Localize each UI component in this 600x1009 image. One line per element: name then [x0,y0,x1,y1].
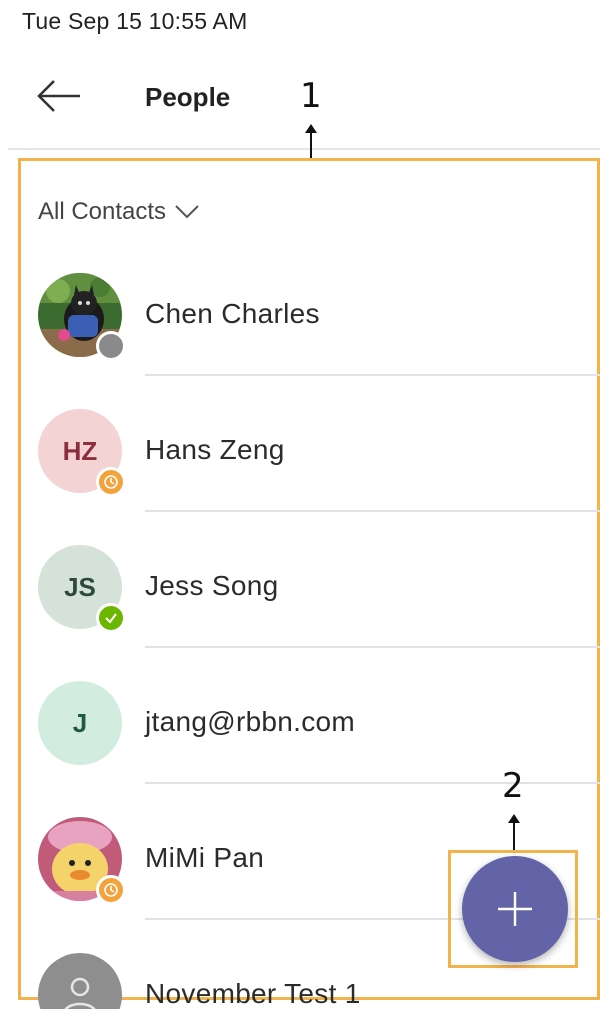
callout-label-1: 1 [300,76,322,116]
avatar [38,953,122,1009]
person-icon [64,977,96,1009]
contact-name: jtang@rbbn.com [145,706,356,737]
presence-offline-icon [96,331,126,361]
callout-arrow-1 [305,124,317,158]
avatar [38,273,126,361]
chevron-down-icon [175,205,199,219]
arrow-left-icon [37,80,80,112]
contact-row[interactable]: J jtang@rbbn.com [18,648,600,784]
contact-row[interactable]: HZ Hans Zeng [18,376,600,512]
presence-away-icon [96,467,126,497]
status-bar-datetime: Tue Sep 15 10:55 AM [22,8,248,34]
contact-row[interactable]: Chen Charles [18,240,600,376]
avatar-initials: JS [64,571,96,602]
filter-label: All Contacts [38,198,167,225]
contact-name: Jess Song [145,570,279,601]
plus-icon [498,892,532,926]
avatar: HZ [38,409,126,497]
contact-row[interactable]: JS Jess Song [18,512,600,648]
contact-name: MiMi Pan [145,842,265,873]
callout-label-2: 2 [502,766,524,806]
avatar-initials: HZ [62,435,98,466]
avatar-initials: J [72,707,88,738]
contact-name: November Test 1 [145,978,361,1009]
avatar: JS [38,545,126,633]
contacts-filter-dropdown[interactable]: All Contacts [38,198,200,226]
page-title: People [145,82,231,112]
callout-arrow-2 [508,814,520,850]
contact-name: Hans Zeng [145,434,285,465]
presence-away-icon [96,875,126,905]
contact-name: Chen Charles [145,298,320,329]
header-divider [8,148,600,150]
back-button[interactable] [34,74,84,118]
avatar [38,817,126,905]
presence-available-icon [96,603,126,633]
people-screen: Tue Sep 15 10:55 AM People 1 All Contact… [0,0,600,1009]
avatar: J [38,681,122,765]
add-contact-button[interactable] [462,856,568,962]
